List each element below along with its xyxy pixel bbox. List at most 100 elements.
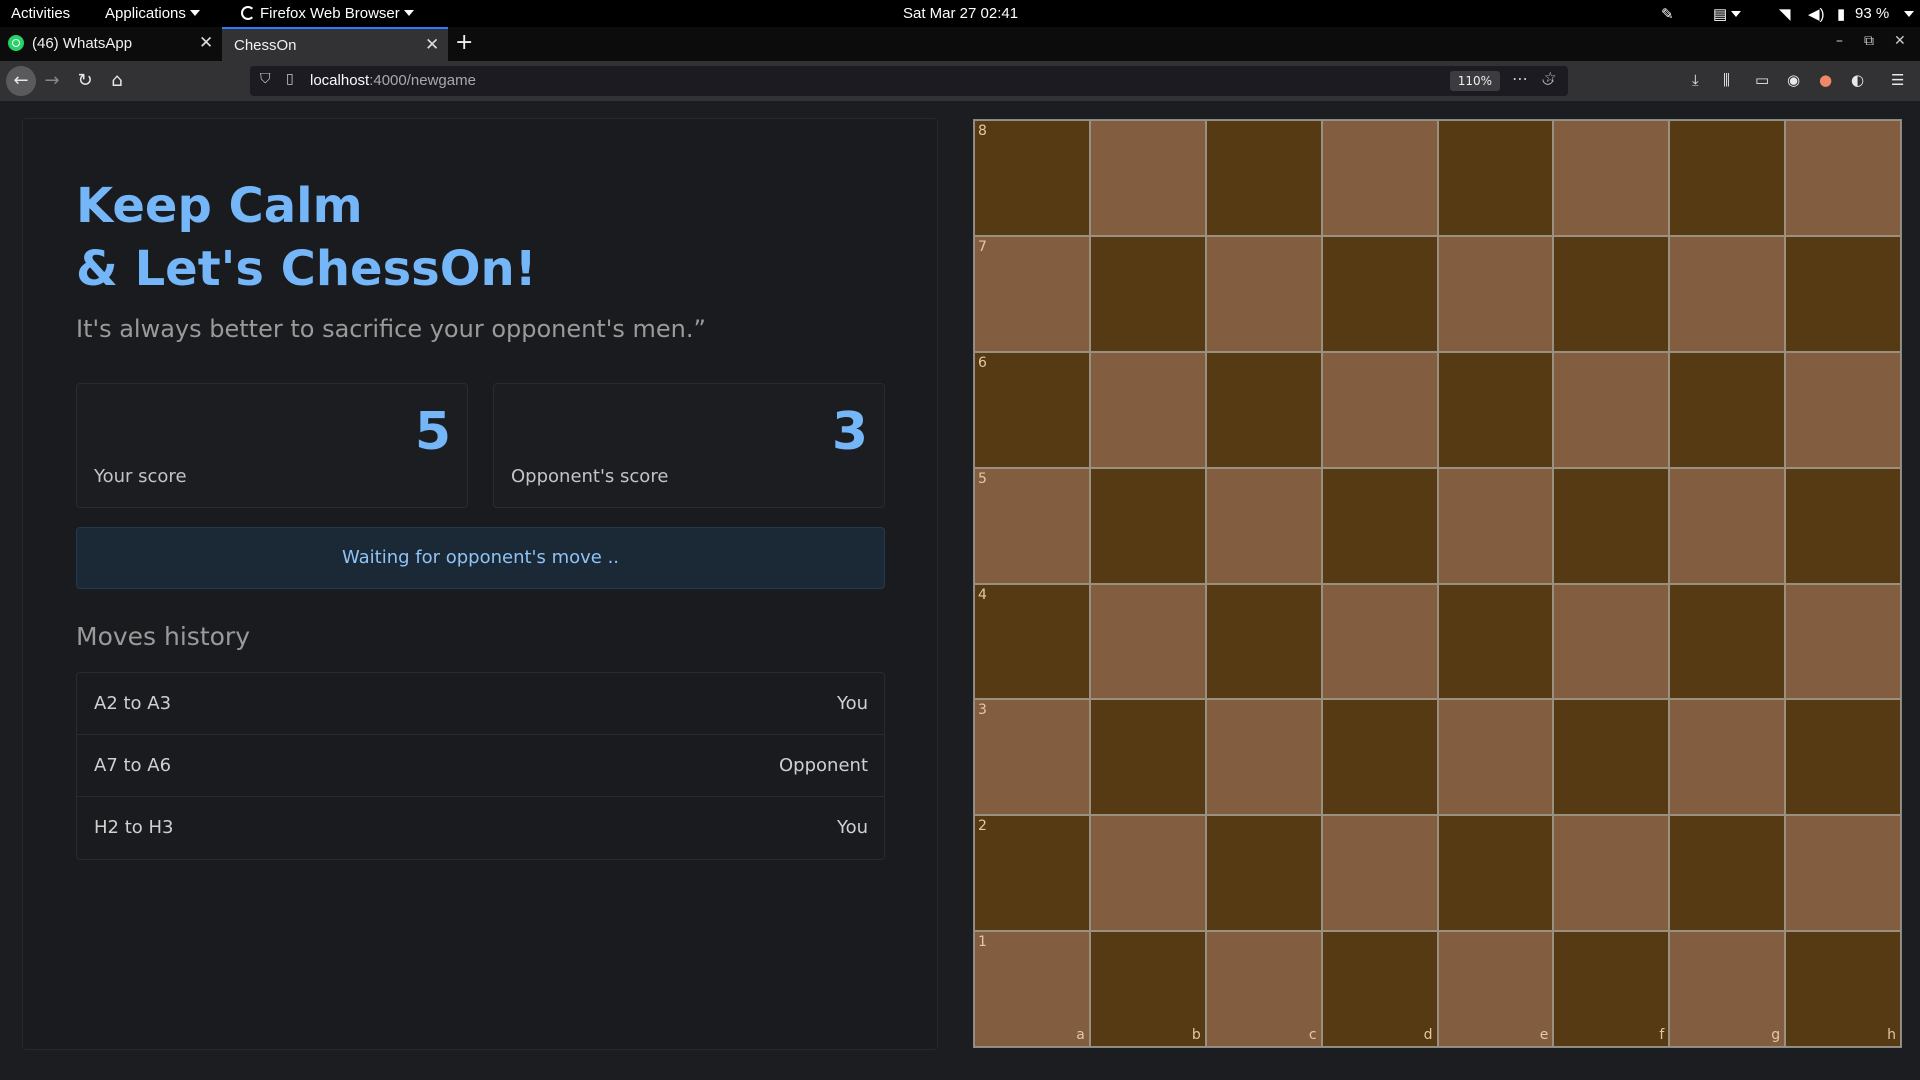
board-square-a4[interactable]: 4: [974, 583, 1090, 700]
account-icon[interactable]: ◉: [1787, 71, 1800, 89]
tab-whatsapp[interactable]: (46) WhatsApp ✕: [0, 27, 222, 61]
bookmark-star-icon[interactable]: ☆: [1544, 70, 1557, 86]
page-actions-icon[interactable]: ⋯: [1512, 69, 1528, 88]
board-square-f8[interactable]: [1553, 120, 1670, 236]
board-square-e5[interactable]: [1437, 467, 1554, 584]
board-square-d6[interactable]: [1321, 351, 1438, 468]
minimize-icon[interactable]: –: [1836, 33, 1843, 49]
board-square-e6[interactable]: [1437, 351, 1554, 468]
board-square-h5[interactable]: [1785, 467, 1901, 584]
window-close-icon[interactable]: ✕: [1894, 33, 1906, 49]
wifi-icon[interactable]: ◥: [1779, 5, 1791, 23]
board-square-f2[interactable]: [1553, 815, 1670, 932]
board-square-d8[interactable]: [1321, 120, 1438, 236]
color-picker-icon[interactable]: ✎: [1661, 5, 1674, 23]
board-square-e1[interactable]: e: [1437, 931, 1554, 1047]
board-square-a5[interactable]: 5: [974, 467, 1090, 584]
board-square-e7[interactable]: [1437, 235, 1554, 352]
board-square-c7[interactable]: [1205, 235, 1322, 352]
battery-icon[interactable]: ▮: [1837, 5, 1845, 23]
board-square-g1[interactable]: g: [1669, 931, 1786, 1047]
board-square-e8[interactable]: [1437, 120, 1554, 236]
board-square-c2[interactable]: [1205, 815, 1322, 932]
board-square-b8[interactable]: [1089, 120, 1206, 236]
firefox-app-menu[interactable]: Firefox Web Browser: [241, 5, 414, 22]
board-square-c5[interactable]: [1205, 467, 1322, 584]
board-square-a2[interactable]: 2: [974, 815, 1090, 932]
board-square-e2[interactable]: [1437, 815, 1554, 932]
board-square-b2[interactable]: [1089, 815, 1206, 932]
board-square-h6[interactable]: [1785, 351, 1901, 468]
board-square-h4[interactable]: [1785, 583, 1901, 700]
board-square-h8[interactable]: [1785, 120, 1901, 236]
applications-menu[interactable]: Applications: [105, 5, 200, 22]
board-square-a7[interactable]: 7: [974, 235, 1090, 352]
restore-icon[interactable]: ⧉: [1864, 33, 1874, 49]
board-square-d4[interactable]: [1321, 583, 1438, 700]
board-square-d7[interactable]: [1321, 235, 1438, 352]
board-square-c1[interactable]: c: [1205, 931, 1322, 1047]
extension-moon-icon[interactable]: ◐: [1851, 71, 1864, 89]
shield-icon[interactable]: ⛉: [260, 71, 271, 87]
board-square-f3[interactable]: [1553, 699, 1670, 816]
new-tab-plus-icon[interactable]: +: [455, 30, 473, 55]
extension-icon[interactable]: ●: [1819, 71, 1832, 89]
board-square-b4[interactable]: [1089, 583, 1206, 700]
address-bar[interactable]: ⛉ ▯ localhost:4000/newgame 110% ⋯ ◡: [250, 66, 1568, 96]
home-icon[interactable]: ⌂: [105, 69, 129, 93]
board-square-c8[interactable]: [1205, 120, 1322, 236]
board-square-h7[interactable]: [1785, 235, 1901, 352]
board-square-h1[interactable]: h: [1785, 931, 1901, 1047]
board-square-g5[interactable]: [1669, 467, 1786, 584]
volume-icon[interactable]: ◀): [1808, 5, 1825, 23]
board-square-g4[interactable]: [1669, 583, 1786, 700]
battery-percent[interactable]: 93 %: [1855, 5, 1889, 22]
clock[interactable]: Sat Mar 27 02:41: [903, 5, 1018, 22]
board-square-g3[interactable]: [1669, 699, 1786, 816]
close-tab-icon[interactable]: ✕: [199, 33, 213, 53]
board-square-f5[interactable]: [1553, 467, 1670, 584]
board-square-g2[interactable]: [1669, 815, 1786, 932]
hamburger-menu-icon[interactable]: ☰: [1891, 71, 1904, 89]
close-tab-icon[interactable]: ✕: [425, 35, 439, 55]
board-square-e4[interactable]: [1437, 583, 1554, 700]
board-square-e3[interactable]: [1437, 699, 1554, 816]
board-square-f7[interactable]: [1553, 235, 1670, 352]
board-square-g6[interactable]: [1669, 351, 1786, 468]
page-info-icon[interactable]: ▯: [286, 71, 294, 87]
downloads-icon[interactable]: ⤓: [1692, 71, 1699, 89]
forward-arrow-icon[interactable]: →: [40, 69, 64, 93]
url-text[interactable]: localhost:4000/newgame: [310, 72, 476, 89]
clipboard-icon[interactable]: ▤: [1713, 5, 1742, 23]
library-icon[interactable]: ⫼: [1723, 71, 1730, 89]
board-square-g8[interactable]: [1669, 120, 1786, 236]
board-square-f1[interactable]: f: [1553, 931, 1670, 1047]
board-square-b5[interactable]: [1089, 467, 1206, 584]
board-square-b6[interactable]: [1089, 351, 1206, 468]
board-square-d5[interactable]: [1321, 467, 1438, 584]
board-square-a6[interactable]: 6: [974, 351, 1090, 468]
board-square-d3[interactable]: [1321, 699, 1438, 816]
board-square-h3[interactable]: [1785, 699, 1901, 816]
tab-chesson[interactable]: ChessOn ✕: [222, 27, 448, 61]
board-square-g7[interactable]: [1669, 235, 1786, 352]
system-menu-chevron-icon[interactable]: [1900, 6, 1914, 23]
board-square-d1[interactable]: d: [1321, 931, 1438, 1047]
board-square-f6[interactable]: [1553, 351, 1670, 468]
board-square-c4[interactable]: [1205, 583, 1322, 700]
board-square-c3[interactable]: [1205, 699, 1322, 816]
board-square-c6[interactable]: [1205, 351, 1322, 468]
board-square-d2[interactable]: [1321, 815, 1438, 932]
back-arrow-icon[interactable]: ←: [6, 66, 36, 96]
board-square-b1[interactable]: b: [1089, 931, 1206, 1047]
board-square-f4[interactable]: [1553, 583, 1670, 700]
board-square-h2[interactable]: [1785, 815, 1901, 932]
board-square-a1[interactable]: 1a: [974, 931, 1090, 1047]
board-square-a3[interactable]: 3: [974, 699, 1090, 816]
activities-button[interactable]: Activities: [11, 5, 70, 22]
board-square-b7[interactable]: [1089, 235, 1206, 352]
sidebar-icon[interactable]: ▭: [1755, 71, 1769, 89]
reload-icon[interactable]: ↻: [73, 69, 97, 93]
zoom-level-button[interactable]: 110%: [1449, 71, 1500, 91]
board-square-b3[interactable]: [1089, 699, 1206, 816]
